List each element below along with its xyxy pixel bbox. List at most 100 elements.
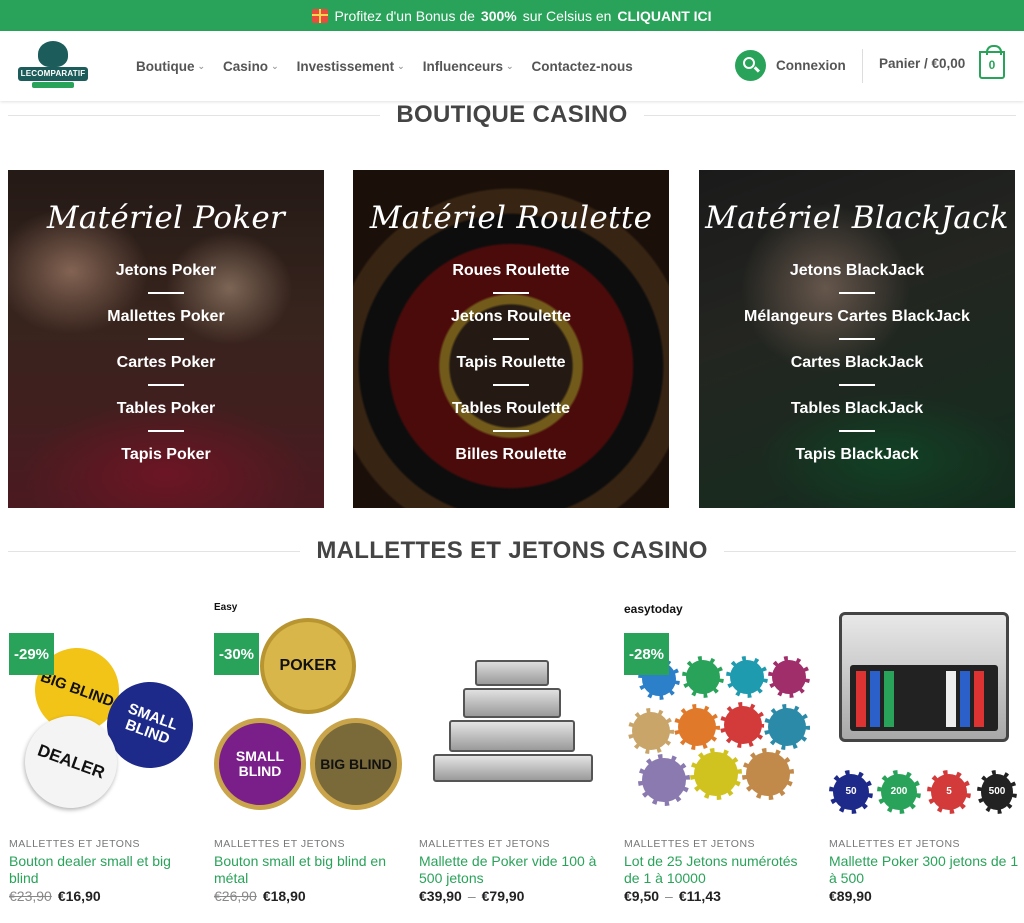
- old-price: €26,90: [214, 888, 257, 904]
- main-nav: Boutique ⌄ Casino ⌄ Investissement ⌄ Influe…: [136, 31, 633, 101]
- site-header: LECOMPARATIF Boutique ⌄ Casino ⌄ Investiss…: [0, 31, 1024, 101]
- product-card[interactable]: 50 200 5 500 MALLETTES ET JETONS Mallett…: [829, 598, 1019, 904]
- promo-percent: 300%: [480, 7, 517, 24]
- header-divider: [862, 49, 863, 83]
- logo-hat-icon: [38, 41, 68, 67]
- category-box-roulette[interactable]: Matériel Roulette Roues Roulette Jetons …: [353, 170, 669, 508]
- promo-text-before: Profitez d'un Bonus de: [334, 7, 475, 24]
- discount-badge: -30%: [214, 633, 259, 675]
- old-price: €23,90: [9, 888, 52, 904]
- promo-banner[interactable]: Profitez d'un Bonus de 300% sur Celsius …: [0, 0, 1024, 31]
- category-link[interactable]: Jetons Roulette: [353, 306, 669, 352]
- category-title: Matériel BlackJack: [705, 200, 1009, 236]
- category-title: Matériel Roulette: [369, 200, 653, 236]
- product-card[interactable]: Easy POKER SMALL BLIND BIG BLIND -30% MA…: [214, 598, 404, 904]
- price-min: €9,50: [624, 888, 660, 904]
- discount-badge: -28%: [624, 633, 669, 675]
- product-name[interactable]: Lot de 25 Jetons numérotés de 1 à 10000: [624, 853, 814, 887]
- product-price: €26,90 €18,90: [214, 888, 306, 904]
- product-price: €39,90– €79,90: [419, 888, 525, 904]
- product-image[interactable]: Easy POKER SMALL BLIND BIG BLIND -30%: [214, 598, 404, 828]
- category-link[interactable]: Mélangeurs Cartes BlackJack: [699, 306, 1015, 352]
- cart-link[interactable]: Panier / €0,00: [879, 56, 965, 71]
- chevron-down-icon: ⌄: [271, 60, 279, 71]
- nav-item-influenceurs[interactable]: Influenceurs ⌄: [423, 59, 514, 74]
- category-link[interactable]: Tapis BlackJack: [699, 444, 1015, 490]
- promo-cta-link[interactable]: CLIQUANT ICI: [617, 8, 711, 24]
- category-link[interactable]: Cartes BlackJack: [699, 352, 1015, 398]
- category-title: Matériel Poker: [46, 200, 286, 236]
- case-image: [449, 720, 575, 752]
- category-box-poker[interactable]: Matériel Poker Jetons Poker Mallettes Po…: [8, 170, 324, 508]
- product-name[interactable]: Mallette de Poker vide 100 à 500 jetons: [419, 853, 609, 887]
- category-link[interactable]: Tables BlackJack: [699, 398, 1015, 444]
- category-link[interactable]: Billes Roulette: [353, 444, 669, 490]
- product-image[interactable]: [419, 598, 609, 828]
- section-title: MALLETTES ET JETONS CASINO: [316, 537, 708, 564]
- logo-text: LECOMPARATIF: [18, 67, 88, 81]
- chevron-down-icon: ⌄: [197, 60, 206, 71]
- gift-icon: [312, 8, 329, 23]
- small-blind-button-image: SMALL BLIND: [214, 718, 306, 810]
- current-price: €89,90: [829, 888, 872, 904]
- nav-item-contact[interactable]: Contactez-nous: [532, 59, 633, 74]
- category-link[interactable]: Tapis Roulette: [353, 352, 669, 398]
- current-price: €18,90: [262, 888, 306, 904]
- cart-bag-icon[interactable]: 0: [979, 45, 1005, 79]
- chevron-down-icon: ⌄: [397, 60, 405, 71]
- price-max: €11,43: [678, 888, 721, 904]
- product-image[interactable]: BIG BLIND SMALL BLIND DEALER -29%: [9, 598, 206, 828]
- product-name[interactable]: Mallette Poker 300 jetons de 1 à 500: [829, 853, 1019, 887]
- chip-500: 500: [977, 770, 1017, 814]
- brand-mark: Easy: [214, 602, 238, 613]
- category-link[interactable]: Tapis Poker: [8, 444, 324, 490]
- product-category[interactable]: MALLETTES ET JETONS: [829, 838, 960, 850]
- site-logo[interactable]: LECOMPARATIF: [18, 39, 88, 91]
- product-name[interactable]: Bouton dealer small et big blind: [9, 853, 199, 887]
- poker-button-image: POKER: [260, 618, 356, 714]
- category-box-blackjack[interactable]: Matériel BlackJack Jetons BlackJack Méla…: [699, 170, 1015, 508]
- product-image[interactable]: 50 200 5 500: [829, 598, 1019, 828]
- product-price: €23,90 €16,90: [9, 888, 101, 904]
- search-button[interactable]: [735, 50, 766, 81]
- category-link[interactable]: Cartes Poker: [8, 352, 324, 398]
- product-category[interactable]: MALLETTES ET JETONS: [9, 838, 140, 850]
- price-min: €39,90: [419, 888, 462, 904]
- chip-50: 50: [829, 770, 873, 814]
- section-title: BOUTIQUE CASINO: [396, 101, 628, 128]
- product-card[interactable]: MALLETTES ET JETONS Mallette de Poker vi…: [419, 598, 609, 904]
- category-link[interactable]: Tables Roulette: [353, 398, 669, 444]
- product-category[interactable]: MALLETTES ET JETONS: [214, 838, 345, 850]
- case-image: [463, 688, 561, 718]
- price-max: €79,90: [481, 888, 525, 904]
- chevron-down-icon: ⌄: [505, 60, 514, 71]
- chip-200: 200: [877, 770, 921, 814]
- current-price: €16,90: [57, 888, 101, 904]
- discount-badge: -29%: [9, 633, 54, 675]
- case-image: [475, 660, 549, 686]
- product-price: €9,50– €11,43: [624, 888, 721, 904]
- category-link[interactable]: Jetons BlackJack: [699, 260, 1015, 306]
- promo-text-mid: sur Celsius en: [522, 7, 612, 24]
- poker-case-image: [839, 612, 1009, 742]
- product-image[interactable]: easytoday -28%: [624, 598, 814, 828]
- section-heading-boutique: BOUTIQUE CASINO: [8, 101, 1016, 129]
- product-category[interactable]: MALLETTES ET JETONS: [624, 838, 755, 850]
- product-category[interactable]: MALLETTES ET JETONS: [419, 838, 550, 850]
- login-link[interactable]: Connexion: [776, 58, 846, 73]
- cart-count: 0: [988, 58, 996, 72]
- category-link[interactable]: Roues Roulette: [353, 260, 669, 306]
- category-link[interactable]: Tables Poker: [8, 398, 324, 444]
- chip-5: 5: [927, 770, 971, 814]
- big-blind-button-image: BIG BLIND: [310, 718, 402, 810]
- nav-item-casino[interactable]: Casino ⌄: [223, 59, 279, 74]
- product-price: €89,90: [829, 888, 872, 904]
- nav-item-investissement[interactable]: Investissement ⌄: [297, 59, 405, 74]
- product-card[interactable]: BIG BLIND SMALL BLIND DEALER -29% MALLET…: [9, 598, 206, 904]
- category-link[interactable]: Mallettes Poker: [8, 306, 324, 352]
- nav-item-boutique[interactable]: Boutique ⌄: [136, 59, 205, 74]
- product-card[interactable]: easytoday -28% MALLETTES ET JETONS Lot d…: [624, 598, 814, 904]
- product-name[interactable]: Bouton small et big blind en métal: [214, 853, 404, 887]
- section-heading-mallettes: MALLETTES ET JETONS CASINO: [8, 537, 1017, 565]
- category-link[interactable]: Jetons Poker: [8, 260, 324, 306]
